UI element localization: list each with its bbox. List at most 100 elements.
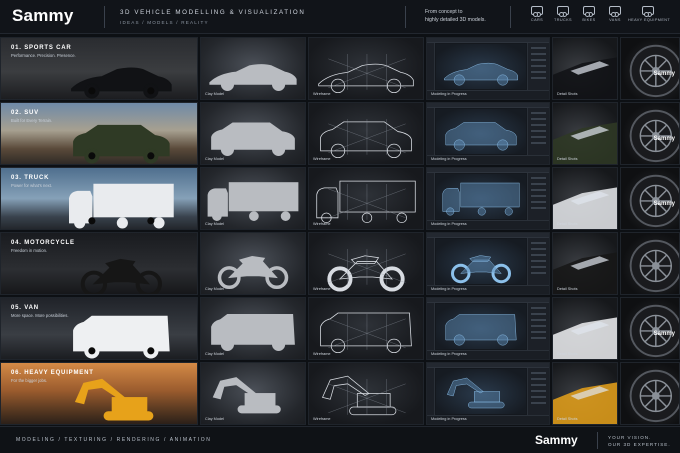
row-title: 01. SPORTS CAR	[11, 45, 72, 51]
detail-shot-tile[interactable]: Detail Shots	[552, 297, 618, 360]
clay-model-tile[interactable]: Clay Model	[200, 362, 306, 425]
wireframe-tile[interactable]: Wireframe	[308, 37, 424, 100]
wireframe-caption: Wireframe	[313, 92, 331, 96]
clay-model-render	[211, 313, 295, 351]
hero-render[interactable]: 02. SUV Built for Every Terrain.	[0, 102, 198, 165]
excavator-icon	[642, 6, 654, 17]
footer-divider	[597, 432, 598, 449]
detail-close-up-tile[interactable]	[620, 362, 680, 425]
hero-render[interactable]: 03. TRUCK Power for what's next.	[0, 167, 198, 230]
category-heavy-equipment[interactable]: HEAVY EQUIPMENT	[628, 6, 670, 22]
detail-badge: Sammy	[653, 71, 675, 77]
clay-model-tile[interactable]: Clay Model	[200, 297, 306, 360]
clay-model-tile[interactable]: Clay Model	[200, 232, 306, 295]
wheel-detail-render	[629, 44, 679, 98]
row-tagline: More space. More possibilities.	[11, 313, 69, 318]
detail-close-up-tile[interactable]: Sammy	[620, 167, 680, 230]
clay-model-render	[217, 255, 289, 290]
row-heading: 04. MOTORCYCLE Freedom in motion.	[11, 240, 75, 253]
bike-icon	[583, 6, 595, 17]
category-vans[interactable]: VANS	[602, 6, 628, 22]
wheel-detail-render	[629, 239, 679, 293]
header-tagline: From concept to highly detailed 3D model…	[425, 9, 505, 24]
wireframe-caption: Wireframe	[313, 417, 331, 421]
detail-badge: Sammy	[653, 136, 675, 142]
software-toolbar	[427, 238, 435, 285]
wireframe-render	[316, 180, 416, 224]
modeling-progress-tile[interactable]: Modeling in Progress	[426, 102, 550, 165]
software-viewport	[436, 109, 526, 154]
software-properties-panel	[527, 108, 549, 155]
clay-model-tile[interactable]: Clay Model	[200, 37, 306, 100]
category-label: BIKES	[582, 18, 596, 22]
clay-model-render	[211, 122, 295, 156]
wireframe-tile[interactable]: Wireframe	[308, 232, 424, 295]
row-heading: 05. VAN More space. More possibilities.	[11, 305, 68, 318]
wireframe-caption: Wireframe	[313, 352, 331, 356]
hero-render[interactable]: 04. MOTORCYCLE Freedom in motion.	[0, 232, 198, 295]
detail-shot-render	[553, 57, 617, 99]
hero-render[interactable]: 05. VAN More space. More possibilities.	[0, 297, 198, 360]
wireframe-render	[321, 375, 406, 416]
detail-shot-render	[553, 382, 617, 424]
hero-render[interactable]: 01. SPORTS CAR Performance. Precision. P…	[0, 37, 198, 100]
footer-tagline-1: YOUR VISION.	[608, 435, 652, 440]
modeling-progress-tile[interactable]: Modeling in Progress	[426, 362, 550, 425]
footer-logo: Sammy	[535, 433, 578, 447]
category-label: TRUCKS	[553, 18, 572, 22]
progress-caption: Modeling in Progress	[431, 417, 467, 421]
detail-close-up-tile[interactable]: Sammy	[620, 297, 680, 360]
detail-shot-tile[interactable]: Detail Shots	[552, 167, 618, 230]
wireframe-tile[interactable]: Wireframe	[308, 297, 424, 360]
header-divider	[104, 6, 105, 28]
category-label: VANS	[609, 18, 621, 22]
row-tagline: Power for what's next.	[11, 183, 53, 188]
detail-shot-tile[interactable]: Detail Shots	[552, 102, 618, 165]
header: Sammy 3D VEHICLE MODELLING & VISUALIZATI…	[0, 0, 680, 34]
modeling-progress-tile[interactable]: Modeling in Progress	[426, 37, 550, 100]
software-toolbar	[427, 43, 435, 90]
detail-shot-tile[interactable]: Detail Shots	[552, 37, 618, 100]
wireframe-render	[320, 312, 412, 354]
clay-model-tile[interactable]: Clay Model	[200, 167, 306, 230]
clay-model-tile[interactable]: Clay Model	[200, 102, 306, 165]
vehicle-row: 03. TRUCK Power for what's next. Clay Mo…	[0, 166, 680, 230]
progress-caption: Modeling in Progress	[431, 287, 467, 291]
clay-model-render	[212, 377, 281, 414]
wireframe-caption: Wireframe	[313, 157, 331, 161]
progress-caption: Modeling in Progress	[431, 157, 467, 161]
footer-services: MODELING / TEXTURING / RENDERING / ANIMA…	[16, 437, 212, 443]
detail-close-up-tile[interactable]: Sammy	[620, 37, 680, 100]
hero-render[interactable]: 06. HEAVY EQUIPMENT For the bigger jobs.	[0, 362, 198, 425]
software-toolbar	[427, 173, 435, 220]
row-heading: 02. SUV Built for Every Terrain.	[11, 110, 52, 123]
software-toolbar	[427, 108, 435, 155]
vehicle-row: 04. MOTORCYCLE Freedom in motion. Clay M…	[0, 231, 680, 295]
wheel-detail-render	[629, 304, 679, 358]
wheel-detail-render	[629, 369, 679, 423]
row-title: 06. HEAVY EQUIPMENT	[11, 370, 94, 376]
clay-model-caption: Clay Model	[205, 92, 224, 96]
category-bikes[interactable]: BIKES	[576, 6, 602, 22]
detail-caption: Detail Shots	[557, 417, 578, 421]
software-properties-panel	[527, 173, 549, 220]
wireframe-tile[interactable]: Wireframe	[308, 362, 424, 425]
detail-shot-tile[interactable]: Detail Shots	[552, 232, 618, 295]
modeling-progress-tile[interactable]: Modeling in Progress	[426, 232, 550, 295]
wireframe-tile[interactable]: Wireframe	[308, 167, 424, 230]
category-cars[interactable]: CARS	[524, 6, 550, 22]
detail-close-up-tile[interactable]: Sammy	[620, 102, 680, 165]
detail-caption: Detail Shots	[557, 222, 578, 226]
detail-shot-tile[interactable]: Detail Shots	[552, 362, 618, 425]
modeling-progress-tile[interactable]: Modeling in Progress	[426, 167, 550, 230]
tagline-line-2: highly detailed 3D models.	[425, 16, 486, 23]
software-viewport	[436, 369, 526, 414]
vehicle-row: 01. SPORTS CAR Performance. Precision. P…	[0, 36, 680, 100]
van-icon	[609, 6, 621, 17]
software-viewport	[436, 44, 526, 89]
detail-close-up-tile[interactable]	[620, 232, 680, 295]
clay-model-caption: Clay Model	[205, 222, 224, 226]
wireframe-tile[interactable]: Wireframe	[308, 102, 424, 165]
modeling-progress-tile[interactable]: Modeling in Progress	[426, 297, 550, 360]
category-trucks[interactable]: TRUCKS	[550, 6, 576, 22]
